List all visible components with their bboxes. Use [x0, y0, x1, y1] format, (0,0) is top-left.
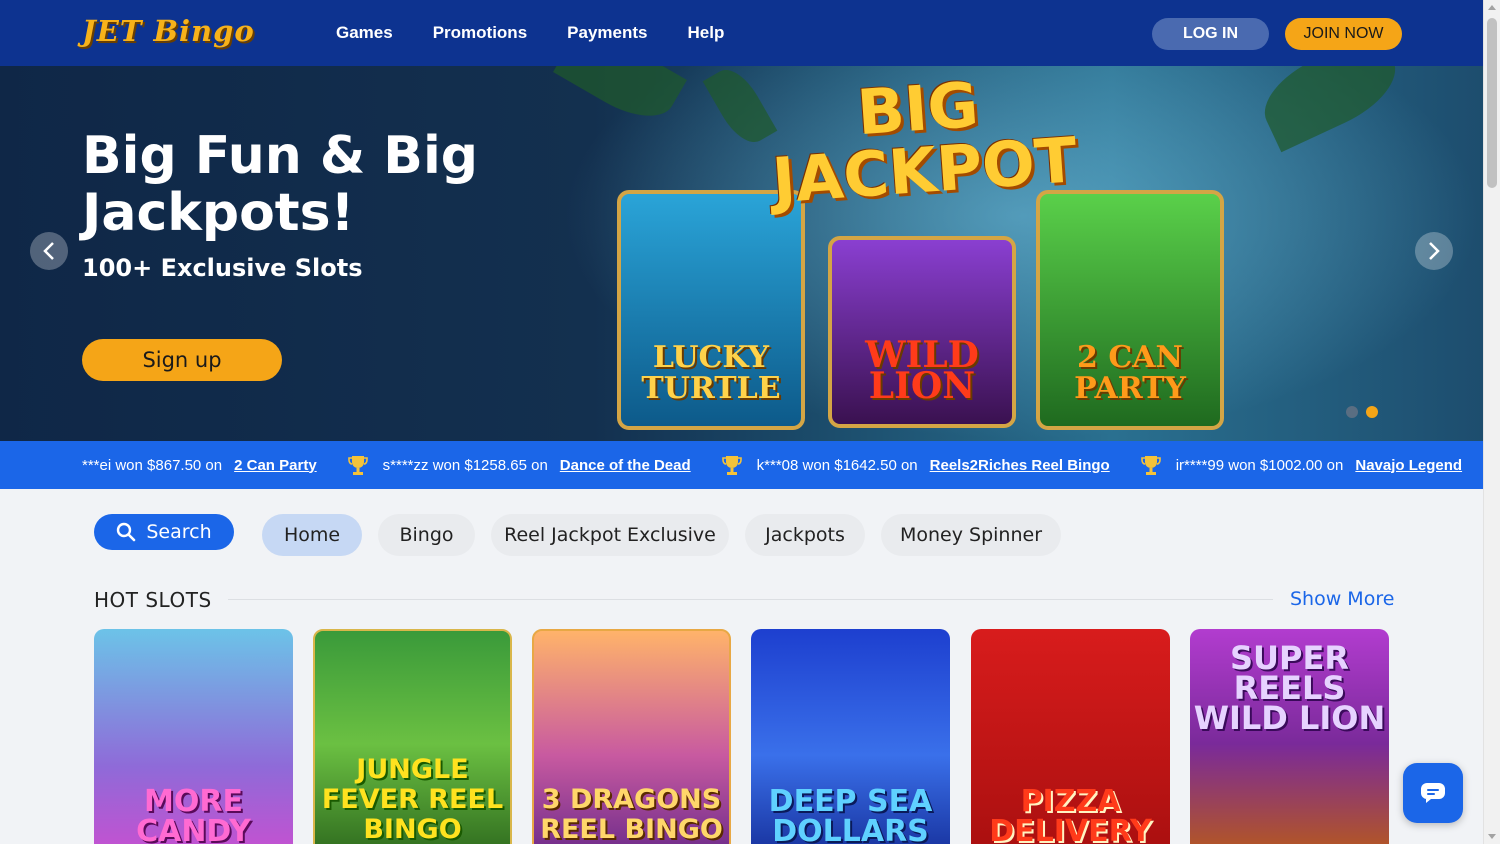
show-more-link[interactable]: Show More — [1290, 588, 1394, 610]
hero-game-title: 2 CAN PARTY — [1074, 340, 1186, 406]
game-tile-jungle-fever[interactable]: JUNGLE FEVER REEL BINGO — [313, 629, 512, 844]
hero-banner: Big Fun & Big Jackpots! 100+ Exclusive S… — [0, 66, 1483, 441]
ticker-item: k***08 won $1642.50 on Reels2Riches Reel… — [721, 454, 1140, 476]
ticker-win-text: ir****99 won $1002.00 on — [1175, 456, 1344, 474]
tab-home[interactable]: Home — [262, 514, 362, 556]
search-button-label: Search — [146, 521, 212, 543]
scrollbar-thumb[interactable] — [1487, 18, 1497, 188]
hero-title: Big Fun & Big Jackpots! — [82, 126, 478, 243]
section-title: HOT SLOTS — [94, 588, 212, 612]
login-button[interactable]: LOG IN — [1152, 18, 1269, 50]
ticker-game-link[interactable]: Reels2Riches Reel Bingo — [930, 457, 1110, 474]
ticker-game-link[interactable]: 2 Can Party — [234, 457, 317, 474]
scroll-down-arrow-icon[interactable] — [1488, 834, 1496, 839]
carousel-dot-1[interactable] — [1346, 406, 1358, 418]
chevron-left-icon — [43, 242, 54, 260]
nav-promotions[interactable]: Promotions — [433, 23, 527, 43]
scroll-up-arrow-icon[interactable] — [1488, 5, 1496, 10]
site-logo[interactable]: JET Bingo — [82, 14, 255, 48]
hero-game-2-can-party[interactable]: 2 CAN PARTY — [1036, 190, 1224, 430]
game-tile-title: 3 DRAGONS REEL BINGO — [540, 784, 723, 844]
ticker-item: s****zz won $1258.65 on Dance of the Dea… — [347, 454, 721, 476]
ticker-game-link[interactable]: Navajo Legend — [1355, 457, 1462, 474]
tab-jackpots[interactable]: Jackpots — [745, 514, 865, 556]
hero-game-lucky-turtle[interactable]: LUCKY TURTLE — [617, 190, 805, 430]
hero-game-wild-lion[interactable]: WILD LION — [828, 236, 1016, 428]
game-tile-title: MORE CANDY — [136, 784, 251, 844]
winners-ticker: ***ei won $867.50 on 2 Can Party s****zz… — [0, 441, 1483, 489]
game-tile-more-candy[interactable]: MORE CANDY — [94, 629, 293, 844]
hero-subtitle: 100+ Exclusive Slots — [82, 254, 363, 282]
game-tile-pizza-delivery[interactable]: PIZZA DELIVERY — [971, 629, 1170, 844]
carousel-dots — [1346, 406, 1378, 418]
carousel-prev-button[interactable] — [30, 232, 68, 270]
game-tile-deep-sea-dollars[interactable]: DEEP SEA DOLLARS — [751, 629, 950, 844]
trophy-icon — [721, 456, 742, 475]
main-nav: Games Promotions Payments Help — [336, 23, 724, 43]
game-tile-super-reels[interactable]: SUPER REELS WILD LION — [1190, 629, 1389, 844]
game-tile-title: SUPER REELS WILD LION — [1193, 639, 1386, 737]
trophy-icon — [1140, 456, 1161, 475]
carousel-dot-2[interactable] — [1366, 406, 1378, 418]
big-jackpot-heading: BIG JACKPOT — [766, 68, 1079, 217]
nav-payments[interactable]: Payments — [567, 23, 647, 43]
trophy-icon — [347, 456, 368, 475]
ticker-win-text: k***08 won $1642.50 on — [756, 456, 918, 474]
ticker-win-text: ***ei won $867.50 on — [82, 456, 223, 474]
ticker-track: ***ei won $867.50 on 2 Can Party s****zz… — [82, 454, 1483, 476]
hero-game-title: LUCKY TURTLE — [641, 340, 781, 406]
carousel-next-button[interactable] — [1415, 232, 1453, 270]
ticker-game-link[interactable]: Dance of the Dead — [560, 457, 691, 474]
tab-bingo[interactable]: Bingo — [378, 514, 475, 556]
nav-help[interactable]: Help — [687, 23, 724, 43]
search-button[interactable]: Search — [94, 514, 234, 550]
nav-games[interactable]: Games — [336, 23, 393, 43]
game-tile-3-dragons[interactable]: 3 DRAGONS REEL BINGO — [532, 629, 731, 844]
tab-reel-jackpot-exclusive[interactable]: Reel Jackpot Exclusive — [491, 514, 729, 556]
tab-money-spinner[interactable]: Money Spinner — [881, 514, 1061, 556]
ticker-win-text: s****zz won $1258.65 on — [382, 456, 548, 474]
ticker-item: ir****99 won $1002.00 on Navajo Legend — [1140, 454, 1483, 476]
site-header: JET Bingo Games Promotions Payments Help… — [0, 0, 1483, 66]
hero-game-title: WILD LION — [865, 334, 979, 407]
game-tile-title: PIZZA DELIVERY — [989, 784, 1152, 844]
section-divider — [228, 599, 1273, 600]
page-scrollbar[interactable] — [1483, 0, 1500, 844]
chat-button[interactable] — [1403, 763, 1463, 823]
ticker-item: ***ei won $867.50 on 2 Can Party — [82, 457, 347, 474]
join-now-button[interactable]: JOIN NOW — [1285, 18, 1402, 50]
chat-icon — [1421, 783, 1445, 803]
signup-button[interactable]: Sign up — [82, 339, 282, 381]
search-icon — [117, 522, 136, 542]
game-tile-title: DEEP SEA DOLLARS — [768, 784, 933, 844]
chevron-right-icon — [1429, 242, 1440, 260]
game-tile-title: JUNGLE FEVER REEL BINGO — [321, 754, 504, 844]
